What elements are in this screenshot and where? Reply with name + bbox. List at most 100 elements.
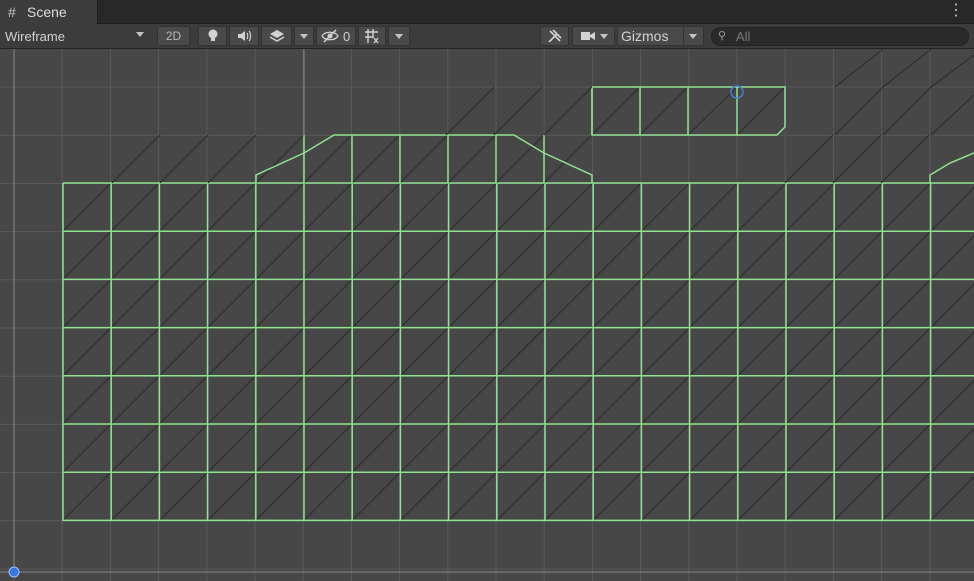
tile-diagonal — [255, 423, 305, 473]
tile-diagonal — [640, 327, 691, 377]
draw-mode-dropdown[interactable]: Wireframe — [0, 26, 152, 46]
grid-icon: # — [8, 4, 16, 20]
gizmos-divider — [683, 27, 684, 45]
tile-diagonal — [62, 471, 112, 521]
tile-diagonal — [687, 86, 738, 136]
effects-toggle-button[interactable] — [261, 26, 292, 46]
tile-diagonal — [496, 327, 546, 377]
tile-diagonal — [158, 182, 209, 232]
tile-diagonal — [544, 471, 594, 521]
2d-toggle-button[interactable]: 2D — [157, 26, 190, 46]
tile-diagonal — [255, 375, 305, 425]
tile-diagonal — [592, 182, 642, 232]
tile-diagonal — [255, 327, 305, 377]
background-diagonal — [834, 86, 884, 136]
background-diagonal — [882, 49, 932, 88]
camera-dropdown[interactable] — [572, 26, 615, 46]
tile-diagonal — [544, 375, 594, 425]
tile-diagonal — [592, 230, 642, 280]
tile-diagonal — [785, 471, 835, 521]
scene-tab-label: Scene — [27, 4, 67, 20]
tile-diagonal — [255, 230, 305, 280]
tile-diagonal — [110, 375, 160, 425]
tile-diagonal — [448, 471, 498, 521]
tile-diagonal — [785, 327, 835, 377]
chevron-down-icon — [395, 33, 403, 39]
tile-diagonal — [736, 86, 786, 136]
tile-diagonal — [399, 182, 450, 232]
tile-diagonal — [303, 375, 353, 425]
tile-diagonal — [207, 423, 257, 473]
tile-diagonal — [833, 375, 883, 425]
background-diagonal — [832, 134, 882, 184]
tile-diagonal — [640, 230, 691, 280]
tile-diagonal — [303, 134, 353, 184]
effects-dropdown[interactable] — [294, 26, 314, 46]
scene-viewport[interactable] — [0, 49, 974, 581]
background-diagonal — [880, 134, 930, 184]
background-diagonal — [834, 49, 884, 88]
tile-diagonal — [62, 375, 112, 425]
camera-icon — [580, 32, 595, 40]
tile-diagonal — [207, 375, 257, 425]
background-diagonal — [930, 54, 974, 88]
tile-diagonal — [689, 182, 739, 232]
origin-gizmo[interactable] — [8, 566, 20, 578]
scene-canvas[interactable] — [0, 49, 974, 581]
tile-diagonal — [495, 134, 545, 184]
tile-diagonal — [448, 423, 498, 473]
tile-diagonal — [640, 471, 691, 521]
tile-diagonal — [158, 327, 209, 377]
tile-diagonal — [881, 471, 932, 521]
gizmos-dropdown[interactable]: Gizmos — [617, 26, 704, 46]
tile-diagonal — [592, 278, 642, 329]
tile-diagonal — [207, 182, 257, 232]
tile-diagonal — [833, 471, 883, 521]
lighting-toggle-button[interactable] — [198, 26, 227, 46]
tile-diagonal — [62, 423, 112, 473]
tile-diagonal — [399, 134, 449, 184]
grid-dropdown[interactable] — [388, 26, 410, 46]
search-field[interactable]: ⚲ All — [711, 27, 969, 46]
grid-snap-button[interactable] — [358, 26, 386, 46]
tile-diagonal — [737, 182, 787, 232]
tile-diagonal — [399, 278, 450, 329]
tile-diagonal — [351, 471, 401, 521]
tile-diagonal — [448, 278, 498, 329]
kebab-menu-icon[interactable]: ⋮ — [948, 3, 964, 19]
background-diagonal — [784, 134, 834, 184]
gizmos-label: Gizmos — [621, 28, 669, 44]
tile-diagonal — [640, 278, 691, 329]
tile-diagonal — [255, 182, 305, 232]
tile-diagonal — [351, 278, 401, 329]
tile-diagonal — [544, 327, 594, 377]
visibility-toggle-button[interactable]: 0 — [316, 26, 356, 46]
tile-diagonal — [303, 278, 353, 329]
tile-diagonal — [207, 230, 257, 280]
background-diagonal — [882, 86, 932, 136]
audio-toggle-button[interactable] — [229, 26, 259, 46]
tile-diagonal — [881, 327, 932, 377]
tile-diagonal — [110, 327, 160, 377]
background-diagonal — [111, 134, 161, 184]
tools-button[interactable] — [540, 26, 569, 46]
background-diagonal — [445, 86, 495, 136]
scene-tab[interactable]: # Scene — [0, 0, 98, 24]
tile-diagonal — [110, 423, 160, 473]
tile-diagonal — [544, 423, 594, 473]
tile-diagonal — [448, 182, 498, 232]
tile-diagonal — [833, 423, 883, 473]
tile-diagonal — [207, 278, 257, 329]
tile-diagonal — [833, 327, 883, 377]
tile-diagonal — [689, 423, 739, 473]
tile-diagonal — [62, 278, 112, 329]
tile-diagonal — [930, 428, 974, 473]
tile-diagonal — [496, 471, 546, 521]
tile-diagonal — [303, 182, 353, 232]
tile-diagonal — [110, 278, 160, 329]
tile-diagonal — [737, 471, 787, 521]
right-bump-outline — [929, 152, 974, 183]
tile-diagonal — [881, 423, 932, 473]
tile-diagonal — [158, 471, 209, 521]
tile-diagonal — [110, 182, 160, 232]
